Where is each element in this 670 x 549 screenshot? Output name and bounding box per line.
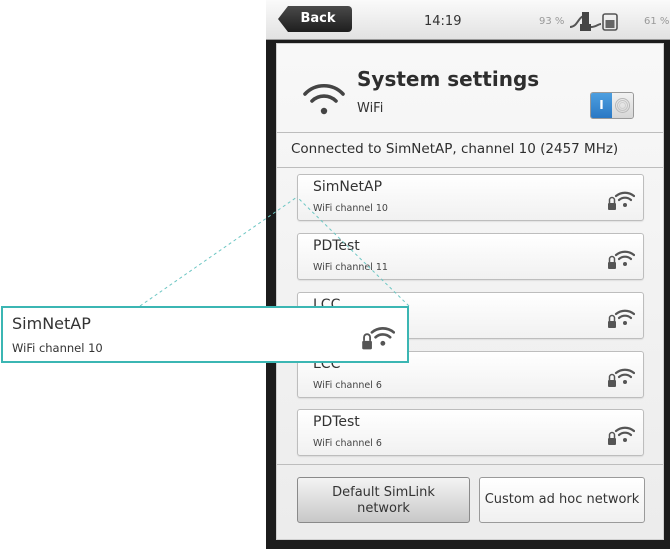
network-channel: WiFi channel 6 — [313, 438, 382, 449]
zoom-callout: SimNetAP WiFi channel 10 — [1, 306, 409, 363]
network-name: PDTest — [313, 238, 360, 254]
usb-plug-icon — [569, 12, 602, 31]
wifi-icon — [303, 84, 345, 115]
back-button[interactable]: Back — [278, 6, 352, 32]
clock: 14:19 — [424, 14, 462, 29]
settings-panel: System settings WiFi I Connected to SimN… — [276, 43, 664, 540]
locked-wifi-signal-icon — [608, 368, 635, 387]
network-name: SimNetAP — [313, 179, 383, 195]
network-item[interactable]: SimNetAP WiFi channel 10 — [297, 174, 644, 221]
battery-percent-right: 61 % — [644, 16, 670, 27]
wifi-toggle[interactable]: I — [590, 92, 634, 119]
zoom-network-name: SimNetAP — [12, 314, 91, 333]
locked-wifi-signal-icon — [608, 250, 635, 269]
locked-wifi-signal-icon — [362, 327, 395, 350]
divider — [277, 464, 663, 465]
divider — [277, 132, 663, 133]
locked-wifi-signal-icon — [608, 191, 635, 210]
divider — [277, 167, 663, 168]
connection-status: Connected to SimNetAP, channel 10 (2457 … — [291, 141, 619, 157]
battery-percent-left: 93 % — [539, 16, 565, 27]
network-name: PDTest — [313, 414, 360, 430]
network-channel: WiFi channel 11 — [313, 262, 388, 273]
button-label-line1: Default SimLink — [332, 485, 435, 500]
page-subtitle: WiFi — [357, 101, 384, 116]
locked-wifi-signal-icon — [608, 426, 635, 445]
network-item[interactable]: PDTest WiFi channel 11 — [297, 233, 644, 280]
network-item[interactable]: PDTest WiFi channel 6 — [297, 409, 644, 456]
custom-ad-hoc-network-button[interactable]: Custom ad hoc network — [479, 477, 645, 523]
zoom-network-channel: WiFi channel 10 — [12, 341, 103, 355]
button-label-line2: network — [357, 501, 410, 516]
network-channel: WiFi channel 6 — [313, 380, 382, 391]
screenshot-stage: Back 14:19 93 % 61 % System settings WiF… — [0, 0, 670, 549]
default-simlink-network-button[interactable]: Default SimLink network — [297, 477, 470, 523]
toggle-on-label: I — [591, 93, 612, 118]
locked-wifi-signal-icon — [608, 309, 635, 328]
status-bar: Back 14:19 93 % 61 % — [266, 0, 670, 40]
battery-icon — [602, 13, 618, 31]
network-channel: WiFi channel 10 — [313, 203, 388, 214]
toggle-knob — [612, 93, 633, 118]
page-title: System settings — [357, 67, 540, 91]
